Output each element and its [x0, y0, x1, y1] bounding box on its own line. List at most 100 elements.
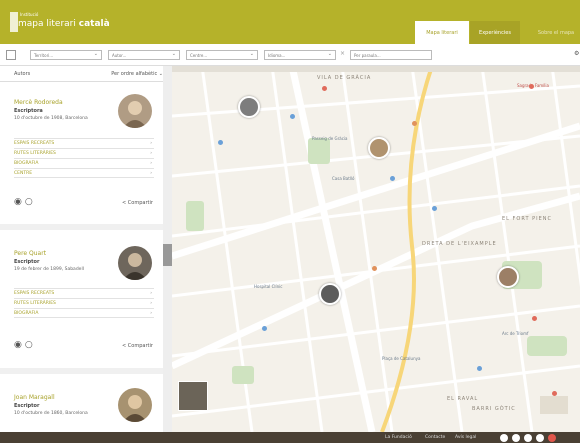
radio-empty-icon[interactable]: ○	[25, 197, 33, 207]
chevron-right-icon: ›	[150, 291, 152, 296]
map-label: EL RAVAL	[447, 396, 479, 402]
paraula-placeholder: Per paraula...	[354, 53, 381, 58]
satellite-toggle[interactable]	[178, 381, 208, 411]
poi-marker[interactable]	[262, 326, 267, 331]
author-pin[interactable]	[368, 137, 390, 159]
row-label: BIOGRAFIA	[14, 310, 39, 316]
sidebar-scroll-thumb[interactable]	[163, 244, 172, 266]
author-role: Escriptor	[14, 259, 40, 265]
autor-select[interactable]: Autor... ⌄	[108, 50, 180, 60]
chevron-down-icon: ⌄	[171, 51, 176, 57]
poi-marker[interactable]	[432, 206, 437, 211]
map-streets	[172, 66, 580, 432]
centre-select[interactable]: Centre... ⌄	[186, 50, 258, 60]
radio-selected-icon[interactable]: ◉	[14, 340, 22, 350]
share-button[interactable]: < Compartir	[122, 200, 153, 206]
idioma-select[interactable]: Idioma... ⌄	[264, 50, 336, 60]
tab-mapa-literari[interactable]: Mapa literari	[415, 21, 469, 44]
poi-marker[interactable]	[322, 86, 327, 91]
row-label: ESPAIS RECREATS	[14, 291, 55, 296]
author-portrait[interactable]	[118, 94, 152, 128]
card-row-biografia[interactable]: BIOGRAFIA ›	[14, 158, 154, 168]
author-card: Pere Quart Escriptor 19 de febrer de 189…	[0, 230, 163, 374]
poi-marker[interactable]	[372, 266, 377, 271]
author-pin[interactable]	[319, 283, 341, 305]
author-name[interactable]: Joan Maragall	[14, 394, 55, 401]
chevron-down-icon: ⌄	[249, 51, 254, 57]
twitter-icon[interactable]	[500, 434, 508, 442]
literary-map[interactable]: VILA DE GRÀCIA EL FORT PIENC DRETA DE L'…	[172, 66, 580, 432]
poi-marker[interactable]	[532, 316, 537, 321]
map-label: Passeig de Gràcia	[312, 136, 348, 141]
map-label: VILA DE GRÀCIA	[317, 75, 372, 81]
autor-placeholder: Autor...	[112, 53, 127, 58]
radio-empty-icon[interactable]: ○	[25, 340, 33, 350]
chevron-down-icon: ⌄	[327, 51, 332, 57]
author-card: Joan Maragall Escriptor 10 d'octubre de …	[0, 374, 163, 432]
card-row-rutes[interactable]: RUTES LITERÀRIES ›	[14, 298, 154, 308]
poi-marker[interactable]	[529, 84, 534, 89]
card-row-rutes[interactable]: RUTES LITERÀRIES ›	[14, 148, 154, 158]
sort-select[interactable]: Per ordre alfabètic ⌄	[111, 71, 163, 77]
share-button[interactable]: < Compartir	[122, 343, 153, 349]
youtube-icon[interactable]	[536, 434, 544, 442]
app-title[interactable]: mapa literari català	[18, 19, 110, 29]
card-row-centre[interactable]: CENTRE ›	[14, 168, 154, 178]
row-label: BIOGRAFIA	[14, 161, 39, 166]
paraula-search-input[interactable]: Per paraula...	[350, 50, 432, 60]
author-portrait[interactable]	[118, 246, 152, 280]
tab-sobre-el-mapa[interactable]: Sobre el mapa	[532, 21, 580, 44]
map-label: Plaça de Catalunya	[382, 356, 421, 361]
instagram-icon[interactable]	[524, 434, 532, 442]
author-name[interactable]: Pere Quart	[14, 250, 46, 257]
poi-marker[interactable]	[290, 114, 295, 119]
footer-link-contacte[interactable]: Contacte	[425, 435, 445, 440]
footer: La Fundació Contacte Avís legal	[0, 432, 580, 443]
sidebar-heading: Autors	[14, 70, 31, 77]
settings-icon[interactable]: ⚙	[574, 50, 579, 57]
chevron-right-icon: ›	[150, 301, 152, 306]
row-label: CENTRE	[14, 170, 33, 176]
territori-placeholder: Territori...	[34, 53, 54, 58]
poi-marker[interactable]	[477, 366, 482, 371]
author-portrait[interactable]	[118, 388, 152, 422]
author-date: 19 de febrer de 1899, Sabadell	[14, 267, 84, 272]
map-label: BARRI GÒTIC	[472, 406, 516, 412]
card-controls: ◉ ○	[14, 340, 33, 350]
row-label: ESPAIS RECREATS	[14, 141, 55, 146]
card-controls: ◉ ○	[14, 197, 33, 207]
card-row-espais[interactable]: ESPAIS RECREATS ›	[14, 138, 154, 148]
chevron-right-icon: ›	[150, 141, 152, 146]
facebook-icon[interactable]	[512, 434, 520, 442]
app-window: { "header": { "logo_sup": "Institució", …	[0, 0, 580, 443]
authors-sidebar: Autors Per ordre alfabètic ⌄ Mercè Rodor…	[0, 66, 172, 432]
app-title-bold: català	[78, 19, 110, 29]
author-pin[interactable]	[497, 266, 519, 288]
list-view-icon[interactable]	[6, 50, 16, 60]
portrait-image	[123, 395, 147, 422]
centre-placeholder: Centre...	[190, 53, 208, 58]
author-card: Mercè Rodoreda Escriptora 10 d'octubre d…	[0, 82, 163, 228]
card-row-espais[interactable]: ESPAIS RECREATS ›	[14, 288, 154, 298]
card-row-biografia[interactable]: BIOGRAFIA ›	[14, 308, 154, 318]
sort-label: Per ordre alfabètic	[111, 70, 158, 77]
portrait-image	[123, 253, 147, 280]
map-label: Casa Batlló	[332, 176, 355, 181]
author-name[interactable]: Mercè Rodoreda	[14, 99, 63, 106]
poi-marker[interactable]	[390, 176, 395, 181]
footer-link-avis-legal[interactable]: Avís legal	[455, 435, 476, 440]
pinterest-icon[interactable]	[548, 434, 556, 442]
chevron-right-icon: ›	[150, 161, 152, 166]
chevron-down-icon: ⌄	[93, 51, 98, 57]
map-label: EL FORT PIENC	[502, 216, 552, 222]
tab-experiencies[interactable]: Experiències	[470, 21, 520, 44]
poi-marker[interactable]	[412, 121, 417, 126]
author-pin[interactable]	[238, 96, 260, 118]
radio-selected-icon[interactable]: ◉	[14, 197, 22, 207]
footer-link-fundacio[interactable]: La Fundació	[385, 435, 412, 440]
top-header: Institució mapa literari català Mapa lit…	[0, 0, 580, 44]
map-label: Arc de Triomf	[502, 331, 529, 336]
territori-select[interactable]: Territori... ⌄	[30, 50, 102, 60]
institution-logo[interactable]	[10, 12, 18, 32]
poi-marker[interactable]	[218, 140, 223, 145]
